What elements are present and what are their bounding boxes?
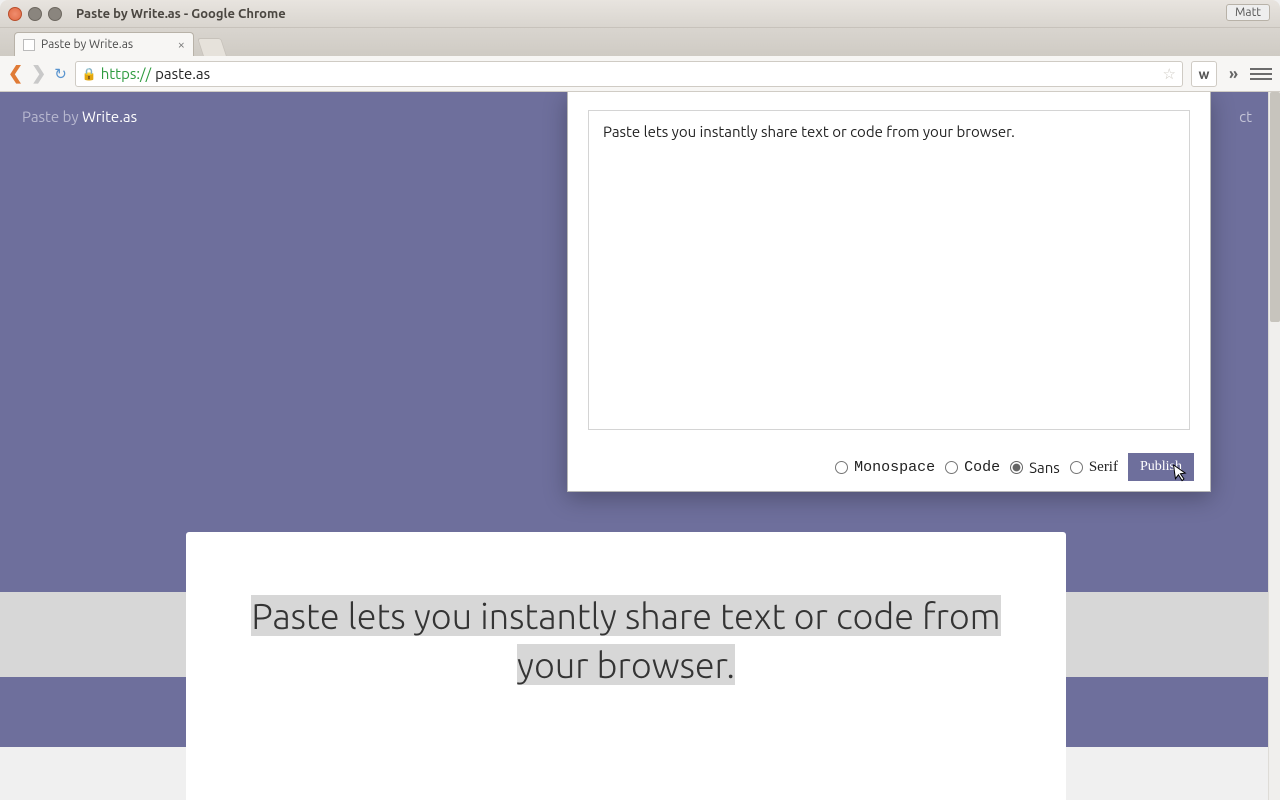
font-option-code[interactable]: Code [945, 459, 1000, 476]
browser-toolbar: ❮ ❯ ↻ 🔒 https:// paste.as ☆ w » [0, 56, 1280, 92]
font-label-monospace: Monospace [854, 459, 935, 476]
scrollbar-thumb[interactable] [1270, 92, 1280, 322]
writeas-extension-button[interactable]: w [1191, 61, 1217, 87]
font-option-sans[interactable]: Sans [1010, 459, 1060, 476]
extension-popup: Paste lets you instantly share text or c… [567, 92, 1211, 492]
tab-title: Paste by Write.as [41, 38, 133, 51]
chrome-menu-button[interactable] [1250, 64, 1272, 84]
new-tab-button[interactable] [197, 38, 227, 56]
os-account-indicator[interactable]: Matt [1226, 4, 1270, 21]
mouse-cursor-icon [1173, 462, 1190, 484]
font-label-code: Code [964, 459, 1000, 476]
paste-textarea-content: Paste lets you instantly share text or c… [603, 123, 1015, 140]
lock-icon: 🔒 [82, 67, 97, 81]
popup-footer: Monospace Code Sans Serif Publish [568, 453, 1210, 481]
radio-sans[interactable] [1010, 461, 1023, 474]
extensions-overflow-icon[interactable]: » [1225, 65, 1242, 83]
browser-tab[interactable]: Paste by Write.as × [14, 32, 194, 56]
page-favicon-icon [23, 39, 35, 51]
bookmark-star-icon[interactable]: ☆ [1163, 65, 1176, 83]
window-maximize-button[interactable] [48, 7, 62, 21]
font-label-sans: Sans [1029, 459, 1060, 476]
url-protocol: https:// [101, 65, 151, 82]
brand-name: Write.as [82, 108, 137, 125]
font-option-monospace[interactable]: Monospace [835, 459, 935, 476]
page-viewport: Paste by Write.as ct Effortle Paste lets… [0, 92, 1280, 800]
reload-button[interactable]: ↻ [54, 65, 67, 83]
window-minimize-button[interactable] [28, 7, 42, 21]
address-bar[interactable]: 🔒 https:// paste.as ☆ [75, 61, 1183, 87]
forward-button: ❯ [31, 63, 46, 84]
url-host: paste.as [155, 65, 210, 82]
site-nav-fragment[interactable]: ct [1239, 108, 1252, 125]
tab-close-icon[interactable]: × [178, 38, 185, 52]
extension-icon-label: w [1198, 66, 1209, 82]
brand-prefix: Paste by [22, 108, 82, 125]
radio-code[interactable] [945, 461, 958, 474]
vertical-scrollbar[interactable] [1268, 92, 1280, 800]
paste-textarea[interactable]: Paste lets you instantly share text or c… [588, 110, 1190, 430]
window-close-button[interactable] [8, 7, 22, 21]
site-brand[interactable]: Paste by Write.as [22, 108, 137, 125]
window-titlebar: Paste by Write.as - Google Chrome Matt [0, 0, 1280, 28]
back-button[interactable]: ❮ [8, 63, 23, 84]
tab-strip: Paste by Write.as × [0, 28, 1280, 56]
card-heading-block: Paste lets you instantly share text or c… [186, 592, 1066, 689]
card-heading[interactable]: Paste lets you instantly share text or c… [251, 595, 1000, 685]
window-title: Paste by Write.as - Google Chrome [76, 7, 286, 21]
radio-serif[interactable] [1070, 461, 1083, 474]
radio-monospace[interactable] [835, 461, 848, 474]
font-option-serif[interactable]: Serif [1070, 459, 1118, 476]
font-label-serif: Serif [1089, 459, 1118, 476]
